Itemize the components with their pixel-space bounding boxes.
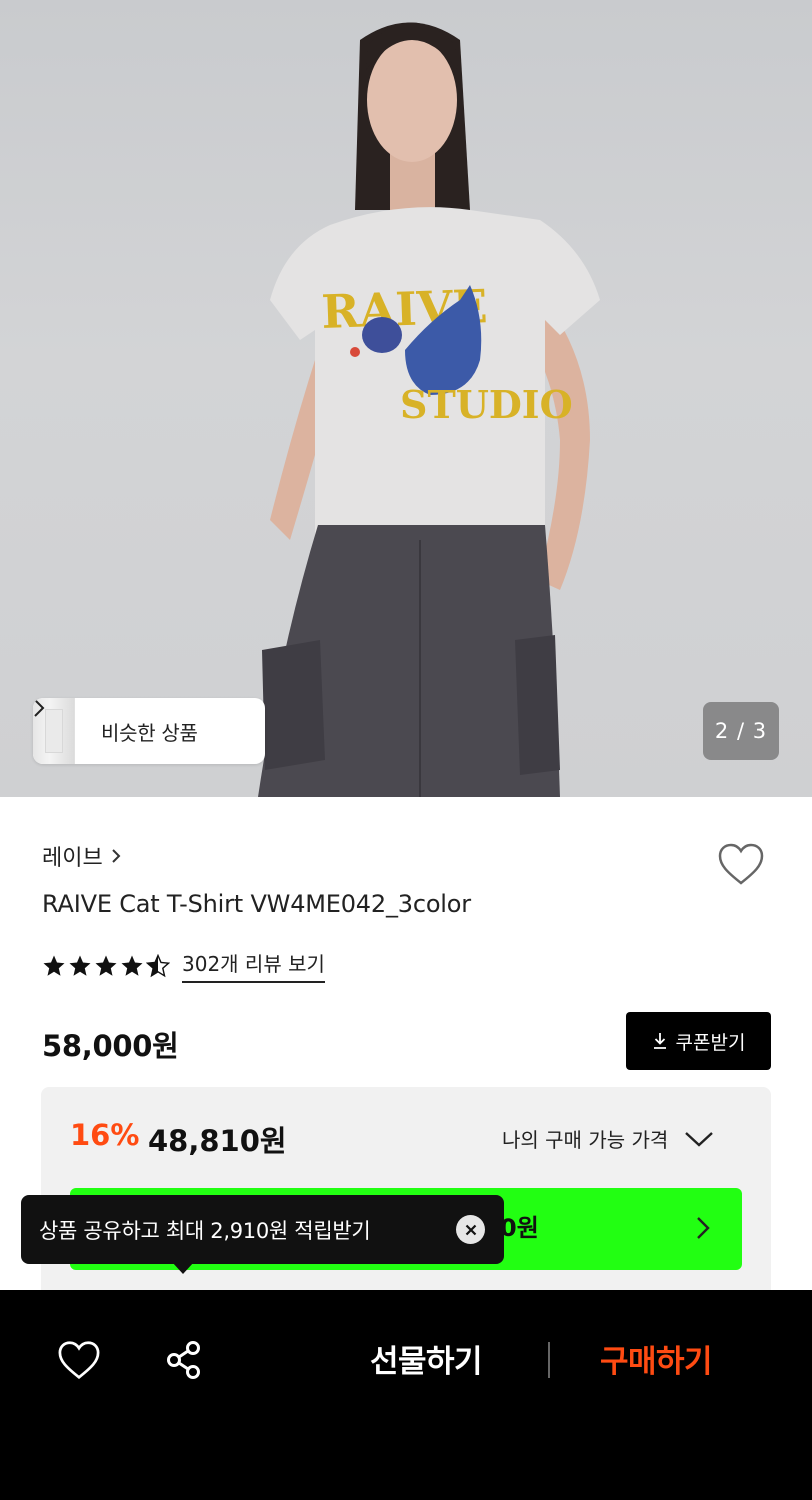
review-link[interactable]: 302개 리뷰 보기 bbox=[182, 948, 325, 983]
star-icon bbox=[121, 955, 143, 976]
gift-button[interactable]: 선물하기 bbox=[370, 1336, 483, 1381]
wishlist-button[interactable] bbox=[715, 838, 767, 890]
tooltip-close-button[interactable] bbox=[456, 1215, 485, 1244]
my-price-label: 나의 구매 가능 가격 bbox=[502, 1128, 669, 1152]
my-price-toggle[interactable]: 나의 구매 가능 가격 bbox=[502, 1124, 714, 1153]
similar-products-label: 비슷한 상품 bbox=[101, 720, 198, 745]
tooltip-tail bbox=[172, 1262, 194, 1274]
discount-rate: 16% bbox=[70, 1118, 140, 1152]
original-price: 58,000원 bbox=[42, 1029, 179, 1063]
star-icon bbox=[43, 955, 65, 976]
chevron-down-icon bbox=[685, 1131, 714, 1147]
bottom-action-bar bbox=[0, 1290, 812, 1500]
bottom-divider bbox=[548, 1342, 550, 1378]
rating-stars bbox=[42, 953, 170, 978]
svg-text:STUDIO: STUDIO bbox=[400, 382, 573, 427]
close-icon bbox=[465, 1224, 476, 1235]
tooltip-text: 상품 공유하고 최대 2,910원 적립받기 bbox=[39, 1218, 371, 1243]
bottom-wishlist-button[interactable] bbox=[55, 1336, 103, 1384]
coupon-button[interactable]: 쿠폰받기 bbox=[626, 1012, 771, 1070]
image-page-indicator: 2 / 3 bbox=[703, 702, 779, 760]
share-button[interactable] bbox=[160, 1336, 208, 1384]
benefit-button-text: 0원 bbox=[500, 1214, 539, 1242]
brand-link[interactable]: 레이브 bbox=[42, 840, 121, 872]
chevron-right-icon bbox=[696, 1216, 710, 1244]
heart-icon bbox=[718, 843, 764, 885]
brand-name: 레이브 bbox=[42, 846, 103, 871]
star-icon bbox=[69, 955, 91, 976]
chevron-right-icon bbox=[111, 848, 121, 864]
model-photo: RAIVE STUDIO bbox=[258, 22, 600, 797]
heart-icon bbox=[58, 1341, 100, 1380]
star-icon bbox=[95, 955, 117, 976]
rating-row: 302개 리뷰 보기 bbox=[42, 948, 325, 983]
share-reward-tooltip: 상품 공유하고 최대 2,910원 적립받기 bbox=[21, 1195, 504, 1264]
coupon-label: 쿠폰받기 bbox=[675, 1031, 746, 1054]
discount-price: 48,810원 bbox=[148, 1124, 287, 1158]
buy-button[interactable]: 구매하기 bbox=[600, 1336, 713, 1381]
similar-products-button[interactable]: 비슷한 상품 bbox=[33, 698, 265, 764]
star-half-icon bbox=[146, 953, 170, 977]
share-icon bbox=[167, 1341, 200, 1379]
product-title: RAIVE Cat T-Shirt VW4ME042_3color bbox=[42, 890, 471, 918]
download-icon bbox=[653, 1033, 666, 1049]
product-image[interactable]: RAIVE STUDIO 비슷한 상품 2 / 3 bbox=[0, 0, 812, 797]
